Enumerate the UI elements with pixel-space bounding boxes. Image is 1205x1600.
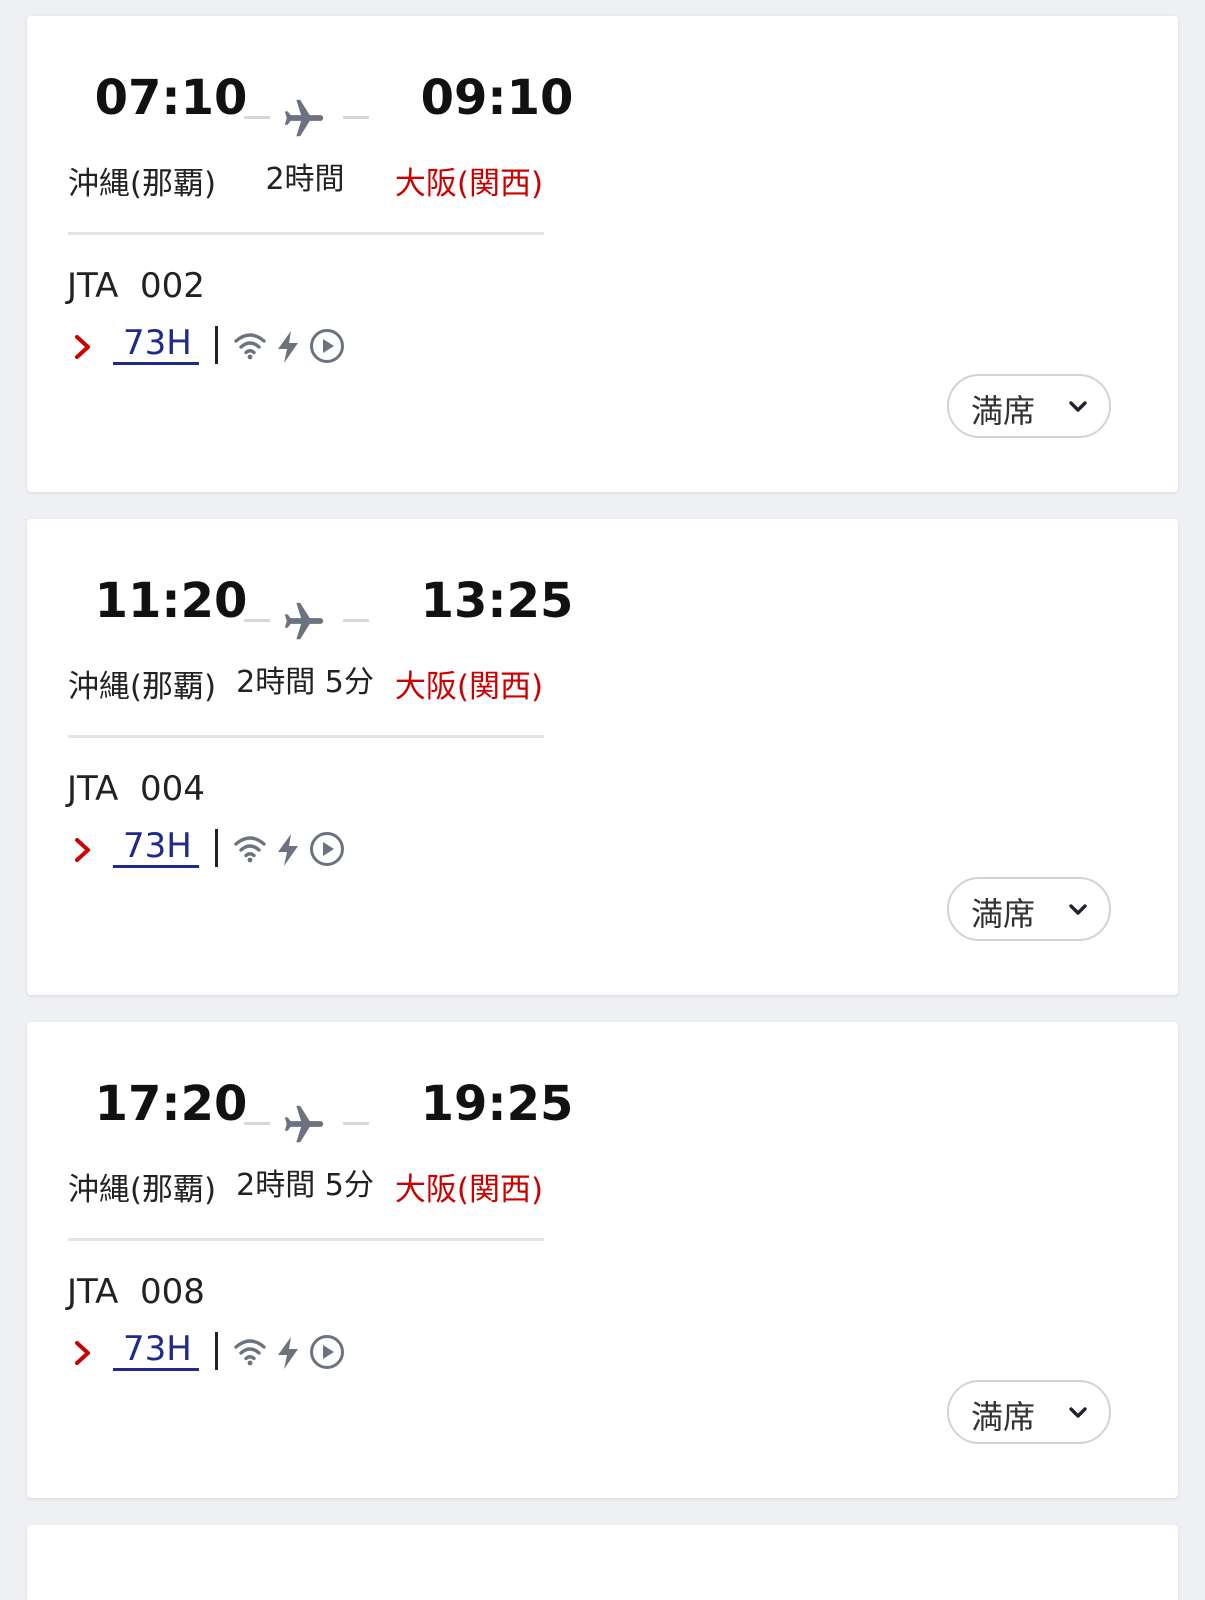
airplane-icon <box>284 602 324 640</box>
departure-station: 沖縄(那覇) <box>67 1172 217 1208</box>
chevron-right-icon[interactable] <box>72 1340 94 1366</box>
aircraft-type-link[interactable]: 73H <box>113 1330 199 1371</box>
airplane-icon <box>284 1105 324 1143</box>
route-line <box>244 619 270 622</box>
equipment-row: 73H <box>67 1330 387 1374</box>
route-line <box>343 1122 369 1125</box>
separator <box>215 326 218 364</box>
divider <box>68 1238 544 1241</box>
departure-time: 07:10 <box>94 70 248 126</box>
arrival-station: 大阪(関西) <box>394 669 544 705</box>
route-line <box>244 116 270 119</box>
flight-number: JTA 002 <box>67 266 205 306</box>
route-line <box>343 619 369 622</box>
seat-status-button[interactable]: 満席 <box>947 374 1111 438</box>
play-icon <box>310 1335 344 1369</box>
play-icon <box>310 329 344 363</box>
flight-number: JTA 008 <box>67 1272 205 1312</box>
separator <box>215 829 218 867</box>
power-icon <box>278 1337 298 1369</box>
wifi-icon <box>234 333 266 360</box>
seat-status-label: 満席 <box>971 1398 1036 1436</box>
divider <box>68 232 544 235</box>
seat-status-label: 満席 <box>971 895 1036 933</box>
chevron-down-icon <box>1069 1407 1087 1418</box>
chevron-right-icon[interactable] <box>72 837 94 863</box>
flight-duration: 2時間 5分 <box>236 1168 374 1203</box>
aircraft-type-link[interactable]: 73H <box>113 324 199 365</box>
flight-duration: 2時間 <box>265 162 345 197</box>
wifi-icon <box>234 836 266 863</box>
seat-status-label: 満席 <box>971 392 1036 430</box>
arrival-time: 19:25 <box>420 1076 574 1132</box>
wifi-icon <box>234 1339 266 1366</box>
arrival-station: 大阪(関西) <box>394 166 544 202</box>
departure-time: 17:20 <box>94 1076 248 1132</box>
flight-number: JTA 004 <box>67 769 205 809</box>
chevron-down-icon <box>1069 401 1087 412</box>
arrival-time: 13:25 <box>420 573 574 629</box>
flight-duration: 2時間 5分 <box>236 665 374 700</box>
aircraft-type-link[interactable]: 73H <box>113 827 199 868</box>
power-icon <box>278 834 298 866</box>
flight-card: 17:20 19:25 沖縄(那覇) 2時間 5分 大阪(関西) JTA 008… <box>27 1022 1178 1498</box>
flight-card: 11:20 13:25 沖縄(那覇) 2時間 5分 大阪(関西) JTA 004… <box>27 519 1178 995</box>
departure-time: 11:20 <box>94 573 248 629</box>
power-icon <box>278 331 298 363</box>
seat-status-button[interactable]: 満席 <box>947 877 1111 941</box>
seat-status-button[interactable]: 満席 <box>947 1380 1111 1444</box>
chevron-right-icon[interactable] <box>72 334 94 360</box>
departure-station: 沖縄(那覇) <box>67 669 217 705</box>
arrival-time: 09:10 <box>420 70 574 126</box>
equipment-row: 73H <box>67 827 387 871</box>
route-line <box>244 1122 270 1125</box>
flight-card-partial <box>27 1525 1178 1600</box>
departure-station: 沖縄(那覇) <box>67 166 217 202</box>
separator <box>215 1332 218 1370</box>
chevron-down-icon <box>1069 904 1087 915</box>
route-line <box>343 116 369 119</box>
play-icon <box>310 832 344 866</box>
airplane-icon <box>284 99 324 137</box>
divider <box>68 735 544 738</box>
arrival-station: 大阪(関西) <box>394 1172 544 1208</box>
equipment-row: 73H <box>67 324 387 368</box>
flight-card: 07:10 09:10 沖縄(那覇) 2時間 大阪(関西) JTA 002 73… <box>27 16 1178 492</box>
